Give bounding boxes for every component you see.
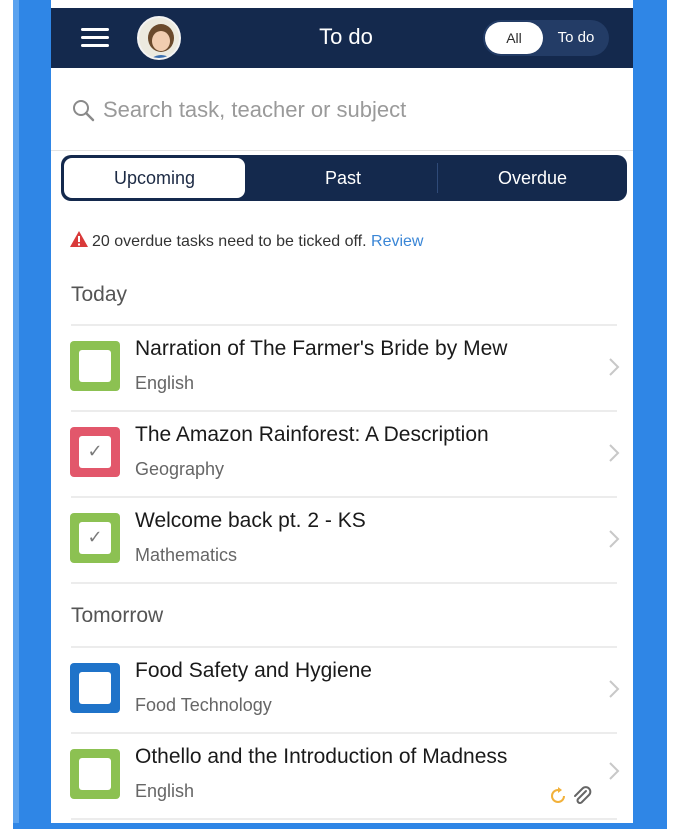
alert-text: 20 overdue tasks need to be ticked off. — [92, 233, 367, 250]
search-icon — [73, 100, 95, 122]
refresh-icon — [551, 787, 565, 803]
task-row[interactable]: Othello and the Introduction of Madness … — [51, 733, 633, 819]
section-heading-today: Today — [71, 283, 128, 306]
task-checkbox[interactable] — [70, 663, 120, 713]
page-title: To do — [319, 24, 373, 49]
divider — [71, 582, 617, 584]
task-row[interactable]: ✓ Welcome back pt. 2 - KS Mathematics — [51, 497, 633, 583]
task-subject: Food Technology — [135, 695, 272, 715]
toggle-todo-button[interactable]: To do — [545, 22, 607, 54]
divider — [71, 818, 617, 820]
task-status-icons — [547, 783, 595, 807]
task-subject: English — [135, 373, 195, 393]
avatar[interactable] — [137, 16, 181, 60]
warning-icon — [70, 231, 88, 247]
search-input[interactable] — [103, 94, 603, 126]
tab-past[interactable]: Past — [249, 155, 437, 201]
review-link[interactable]: Review — [371, 233, 423, 250]
search-bar — [51, 68, 633, 151]
task-subject: Mathematics — [135, 545, 238, 565]
avatar-photo — [139, 18, 179, 58]
toggle-all-button[interactable]: All — [485, 22, 543, 54]
task-row[interactable]: ✓ The Amazon Rainforest: A Description G… — [51, 411, 633, 497]
task-subject: English — [135, 781, 195, 801]
overdue-alert: 20 overdue tasks need to be ticked off. … — [69, 230, 423, 251]
hamburger-menu-button[interactable] — [81, 26, 109, 50]
check-icon: ✓ — [87, 527, 103, 548]
task-row[interactable]: Food Safety and Hygiene Food Technology — [51, 647, 633, 733]
task-title: Othello and the Introduction of Madness — [135, 745, 508, 768]
task-checkbox[interactable] — [70, 341, 120, 391]
chevron-right-icon — [609, 444, 620, 462]
task-checkbox[interactable] — [70, 749, 120, 799]
device-frame-highlight — [13, 0, 19, 829]
task-title: Narration of The Farmer's Bride by Mew — [135, 337, 508, 360]
tab-upcoming[interactable]: Upcoming — [64, 158, 245, 198]
task-checkbox[interactable]: ✓ — [70, 427, 120, 477]
top-app-bar: To do All To do — [51, 8, 633, 68]
chevron-right-icon — [609, 530, 620, 548]
task-tabs: Upcoming Past Overdue — [61, 155, 627, 201]
filter-toggle: All To do — [483, 20, 609, 56]
device-frame-right — [633, 0, 667, 829]
task-title: Welcome back pt. 2 - KS — [135, 509, 366, 532]
check-icon: ✓ — [87, 441, 103, 462]
device-frame-bottom — [13, 823, 667, 829]
chevron-right-icon — [609, 680, 620, 698]
task-title: The Amazon Rainforest: A Description — [135, 423, 489, 446]
paperclip-icon — [574, 786, 592, 804]
chevron-right-icon — [609, 358, 620, 376]
task-title: Food Safety and Hygiene — [135, 659, 372, 682]
section-heading-tomorrow: Tomorrow — [71, 604, 164, 627]
task-subject: Geography — [135, 459, 225, 479]
app-screen: To do All To do Upcoming Past Overdue 20… — [51, 8, 633, 823]
chevron-right-icon — [609, 762, 620, 780]
task-row[interactable]: Narration of The Farmer's Bride by Mew E… — [51, 325, 633, 411]
tab-overdue[interactable]: Overdue — [438, 155, 627, 201]
task-checkbox[interactable]: ✓ — [70, 513, 120, 563]
